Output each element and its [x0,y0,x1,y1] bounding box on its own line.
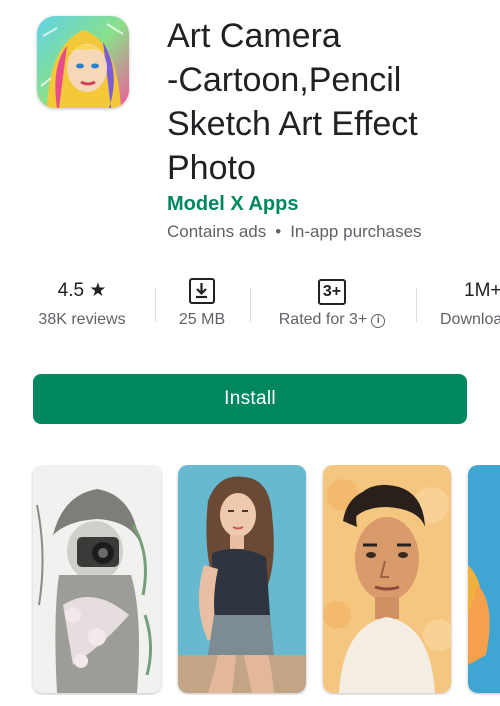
rating-value-row: 4.5 ★ [28,276,136,306]
screenshot-1[interactable] [33,465,161,693]
screenshot-3[interactable] [323,465,451,693]
stats-row: 4.5 ★ 38K reviews 25 MB 3+ Rated for 3+ i… [0,276,500,336]
developer-link[interactable]: Model X Apps [167,193,298,216]
info-icon[interactable]: i [371,314,386,328]
partial-screenshot-image [468,465,500,693]
stat-divider [155,288,156,322]
content-rating-stat[interactable]: 3+ Rated for 3+ i [262,276,402,330]
install-button[interactable]: Install [33,374,467,424]
reviews-count: 38K reviews [38,311,126,328]
contains-ads-label: Contains ads [167,222,267,241]
rating-stat[interactable]: 4.5 ★ 38K reviews [28,276,136,330]
in-app-purchases-label: In-app purchases [290,222,422,241]
cartoon-man-image [323,465,451,693]
app-icon [37,16,129,108]
pencil-sketch-photographer-image [33,465,161,693]
monetization-info: Contains ads • In-app purchases [167,222,422,242]
screenshot-carousel[interactable] [0,465,500,695]
size-stat: 25 MB [160,276,244,330]
screenshot-2[interactable] [178,465,306,693]
separator-dot: • [275,222,282,241]
app-size: 25 MB [178,311,226,328]
stat-divider [416,288,417,322]
star-icon: ★ [89,280,107,301]
downloads-label: Downloads [440,311,500,328]
content-rating-label: Rated for 3+ [278,311,368,328]
rating-value: 4.5 [57,280,85,301]
painted-woman-image [178,465,306,693]
screenshot-4[interactable] [468,465,500,693]
downloads-stat: 1M+ Downloads [440,276,500,330]
download-icon [189,277,215,304]
app-icon-image [37,16,129,108]
downloads-count: 1M+ [464,280,500,301]
stat-divider [250,288,251,322]
content-rating-badge: 3+ [317,279,347,305]
app-title: Art Camera -Cartoon,Pencil Sketch Art Ef… [167,17,418,187]
